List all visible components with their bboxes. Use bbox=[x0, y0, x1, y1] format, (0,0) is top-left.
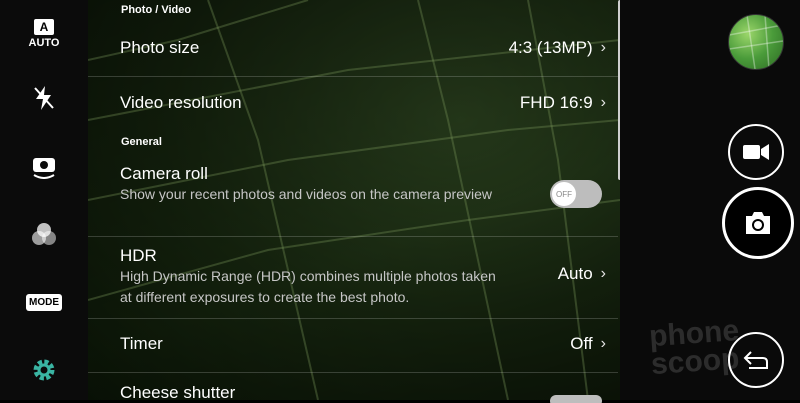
setting-timer[interactable]: Timer Off › bbox=[120, 334, 606, 358]
left-toolbar: A AUTO MODE bbox=[0, 0, 88, 400]
setting-photo-size[interactable]: Photo size 4:3 (13MP) › bbox=[120, 38, 606, 62]
auto-badge: A bbox=[34, 19, 54, 35]
settings-gear-icon[interactable] bbox=[24, 350, 64, 390]
setting-video-resolution[interactable]: Video resolution FHD 16:9 › bbox=[120, 93, 606, 117]
timer-value-group: Off › bbox=[570, 334, 606, 354]
gallery-thumbnail[interactable] bbox=[728, 14, 784, 70]
switch-camera-icon[interactable] bbox=[24, 146, 64, 186]
section-header-general: General bbox=[121, 136, 162, 148]
hdr-description: High Dynamic Range (HDR) combines multip… bbox=[120, 268, 496, 305]
divider bbox=[88, 318, 618, 319]
hdr-value-group: Auto › bbox=[558, 264, 606, 284]
camera-icon bbox=[746, 212, 770, 234]
camera-roll-title: Camera roll bbox=[120, 164, 208, 183]
auto-icon[interactable]: A AUTO bbox=[24, 14, 64, 54]
video-camera-icon bbox=[743, 144, 769, 160]
thumbnail-image bbox=[729, 15, 783, 69]
hdr-title: HDR bbox=[120, 246, 157, 265]
chevron-right-icon: › bbox=[600, 39, 606, 56]
divider bbox=[88, 76, 618, 77]
chevron-right-icon: › bbox=[600, 94, 606, 111]
divider bbox=[88, 236, 618, 237]
mode-icon[interactable]: MODE bbox=[24, 282, 64, 322]
setting-hdr[interactable]: HDR High Dynamic Range (HDR) combines mu… bbox=[120, 246, 606, 310]
chevron-right-icon: › bbox=[600, 265, 606, 282]
photo-size-value: 4:3 (13MP) bbox=[508, 38, 593, 57]
camera-shutter-button[interactable] bbox=[722, 187, 794, 259]
video-resolution-value-group: FHD 16:9 › bbox=[520, 93, 606, 113]
video-record-button[interactable] bbox=[728, 124, 784, 180]
timer-value: Off bbox=[570, 334, 593, 353]
setting-cheese-shutter[interactable]: Cheese shutter bbox=[120, 383, 606, 403]
auto-label: AUTO bbox=[28, 37, 60, 49]
timer-title: Timer bbox=[120, 334, 163, 353]
photo-size-value-group: 4:3 (13MP) › bbox=[509, 38, 606, 58]
chevron-right-icon: › bbox=[600, 335, 606, 352]
video-resolution-value: FHD 16:9 bbox=[519, 93, 593, 112]
cheese-shutter-toggle[interactable] bbox=[550, 395, 602, 403]
flash-off-icon[interactable] bbox=[24, 78, 64, 118]
hdr-value: Auto bbox=[557, 264, 593, 283]
mode-label: MODE bbox=[26, 293, 62, 311]
camera-roll-description: Show your recent photos and videos on th… bbox=[120, 186, 492, 202]
camera-roll-toggle[interactable]: OFF bbox=[550, 180, 602, 208]
watermark: phone scoop bbox=[648, 314, 741, 382]
section-header-photo-video: Photo / Video bbox=[121, 4, 192, 16]
settings-panel: Photo / Video Photo size 4:3 (13MP) › Vi… bbox=[88, 0, 620, 403]
toggle-knob: OFF bbox=[552, 182, 576, 206]
cheese-shutter-title: Cheese shutter bbox=[120, 383, 236, 402]
filter-icon[interactable] bbox=[24, 214, 64, 254]
setting-camera-roll[interactable]: Camera roll Show your recent photos and … bbox=[120, 164, 606, 228]
divider bbox=[88, 372, 618, 373]
